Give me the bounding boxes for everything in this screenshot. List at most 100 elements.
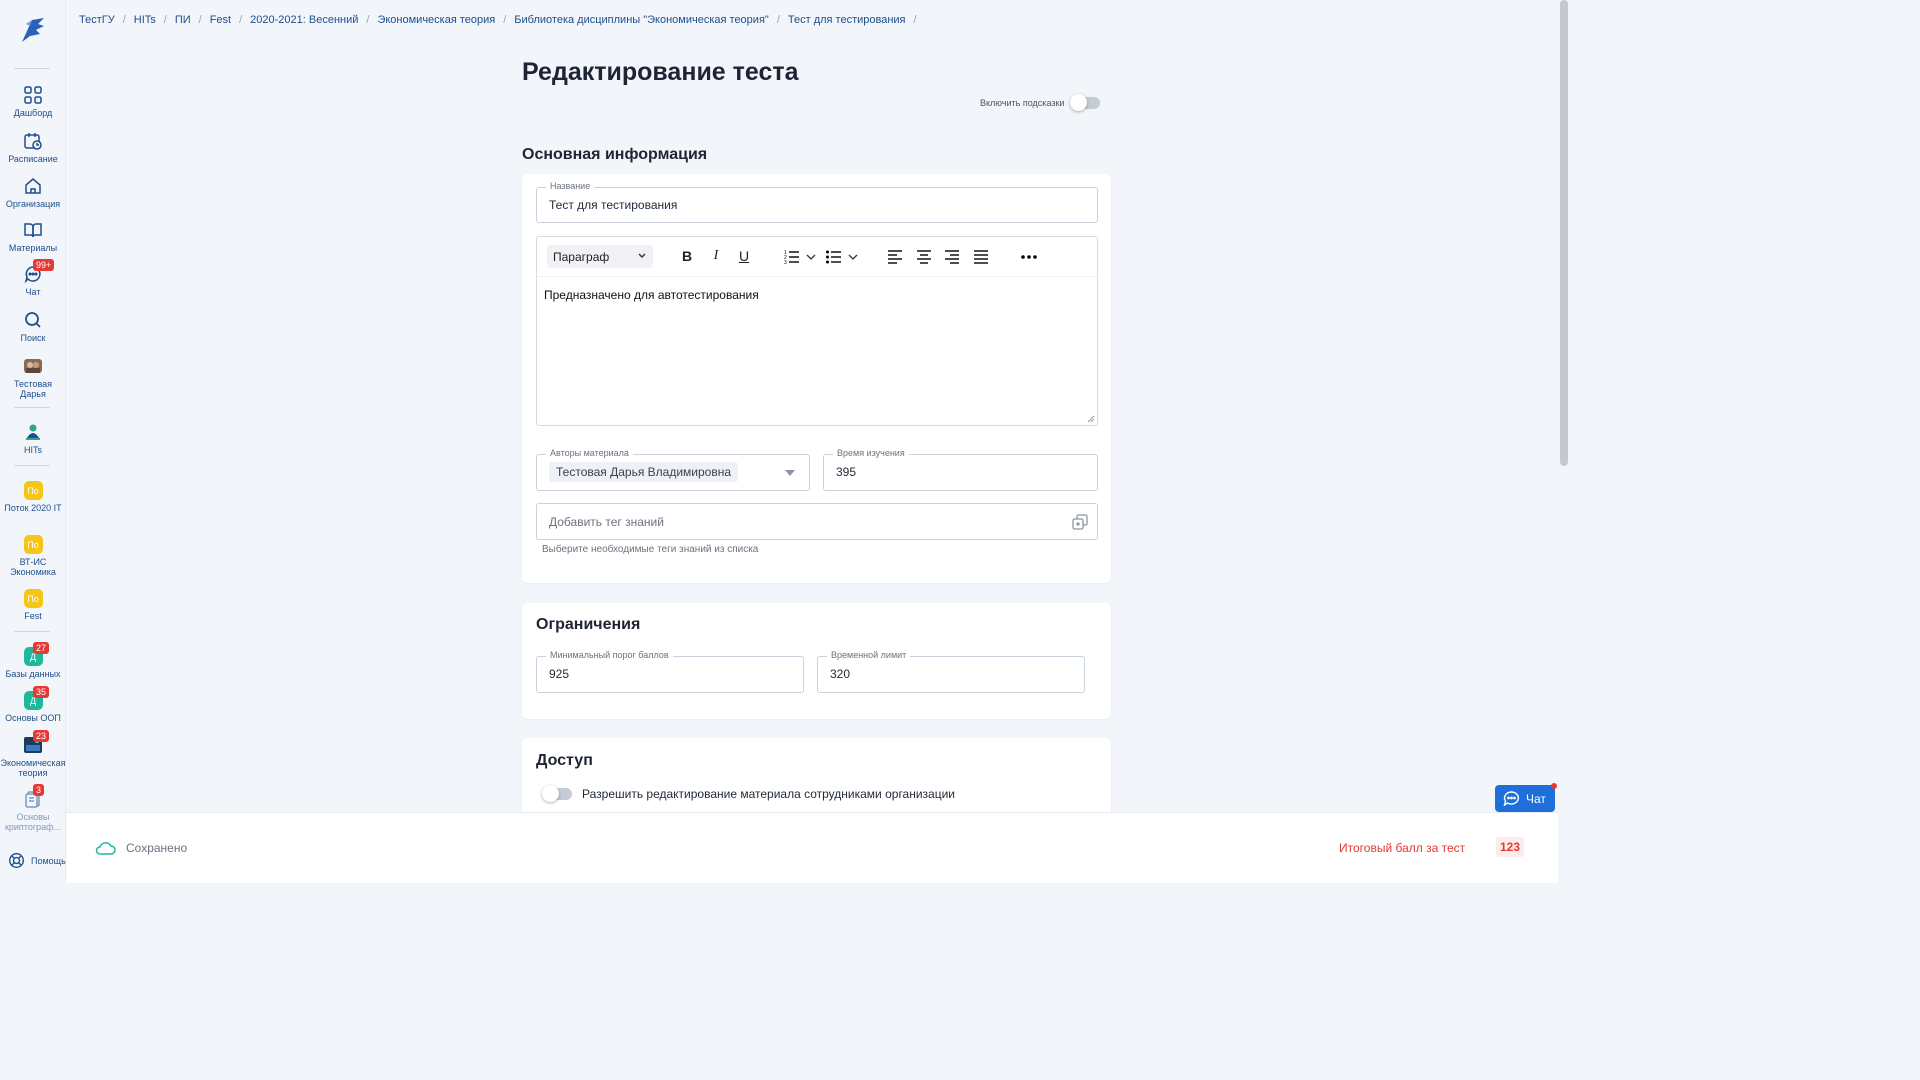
author-chip[interactable]: Тестовая Дарья Владимировна (549, 462, 739, 482)
breadcrumb-item[interactable]: ПИ (175, 14, 191, 26)
save-status-label: Сохранено (126, 841, 188, 855)
breadcrumb-item[interactable]: HITs (134, 14, 156, 26)
chat-unread-badge: 99+ (33, 259, 55, 271)
dropdown-arrow-icon[interactable] (785, 470, 795, 476)
hints-toggle[interactable] (1070, 94, 1101, 111)
chat-bubble-icon (1503, 791, 1520, 806)
sidebar-item-organization[interactable]: Организация (0, 176, 66, 209)
authors-field-label: Авторы материала (546, 448, 633, 458)
paragraph-select-value: Параграф (553, 250, 610, 264)
sidebar-item-label: Тестовая Дарья (13, 379, 53, 399)
avatar (24, 359, 42, 373)
book-icon (24, 223, 42, 238)
allow-edit-label: Разрешить редактирование материала сотру… (582, 787, 956, 801)
chat-widget-label: Чат (1526, 791, 1546, 806)
sidebar-item-hits[interactable]: HITs (0, 422, 66, 455)
economics-badge: 23 (33, 730, 50, 742)
sidebar-item-search[interactable]: Поиск (0, 310, 66, 343)
fest-icon: По (23, 589, 43, 608)
chevron-down-icon[interactable] (847, 248, 859, 266)
hints-label: Включить подсказки (980, 98, 1065, 108)
sidebar-item-label: Поток 2020 IT (4, 503, 62, 513)
sidebar-item-label: Чат (25, 287, 41, 297)
bullet-list-icon[interactable] (825, 248, 843, 266)
sidebar-item-materials[interactable]: Материалы (0, 220, 66, 253)
page-title: Редактирование теста (522, 58, 799, 86)
more-icon[interactable] (1020, 248, 1038, 266)
cloud-icon (95, 842, 116, 855)
allow-edit-toggle[interactable] (542, 785, 572, 802)
align-center-icon[interactable] (915, 248, 933, 266)
breadcrumb-item[interactable]: 2020-2021: Весенний (250, 14, 358, 26)
min-score-value: 925 (549, 667, 570, 681)
oop-badge: 35 (33, 686, 50, 698)
authors-field[interactable]: Авторы материала Тестовая Дарья Владимир… (536, 448, 810, 491)
main-info-heading: Основная информация (522, 146, 708, 163)
breadcrumb-item[interactable]: Тест для тестирования (788, 14, 906, 26)
svg-text:3: 3 (784, 260, 787, 266)
sidebar-item-economics[interactable]: Экономическая теория (0, 735, 66, 778)
home-icon (25, 178, 41, 194)
time-limit-field[interactable]: Временной лимит 320 (817, 650, 1085, 693)
breadcrumb-item[interactable]: Fest (210, 14, 231, 26)
databases-badge: 27 (33, 642, 50, 654)
sidebar-item-fest[interactable]: По Fest (0, 589, 66, 621)
scrollbar-thumb[interactable] (1560, 0, 1568, 466)
crypto-badge: 3 (33, 784, 45, 796)
study-time-field[interactable]: Время изучения 395 (823, 448, 1098, 491)
chat-widget-button[interactable]: Чат (1495, 785, 1555, 812)
sidebar-item-label: Расписание (8, 154, 58, 164)
bold-icon[interactable]: B (678, 248, 696, 266)
sidebar-item-dashboard[interactable]: Дашборд (0, 85, 66, 118)
time-limit-label: Временной лимит (827, 650, 911, 660)
align-justify-icon[interactable] (972, 248, 990, 266)
numbered-list-icon[interactable]: 123 (783, 248, 801, 266)
min-score-field[interactable]: Минимальный порог баллов 925 (536, 650, 804, 693)
breadcrumb-item[interactable]: Библиотека дисциплины "Экономическая тео… (514, 14, 769, 26)
underline-icon[interactable]: U (735, 248, 753, 266)
sidebar-item-label: Основы криптограф... (4, 812, 62, 832)
breadcrumb-item[interactable]: Экономическая теория (377, 14, 495, 26)
name-field[interactable]: Название Тест для тестирования (536, 181, 1098, 223)
sidebar-item-stream-2020[interactable]: По Поток 2020 IT (0, 481, 66, 513)
sidebar-item-label: Fest (24, 611, 42, 621)
align-right-icon[interactable] (943, 248, 961, 266)
sidebar-item-label: Основы ООП (5, 713, 61, 723)
hits-logo-icon (26, 424, 40, 440)
sidebar-item-label: Дашборд (13, 108, 53, 118)
copy-icon[interactable] (1071, 513, 1089, 531)
total-score-value: 123 (1496, 837, 1525, 857)
sidebar-item-schedule[interactable]: Расписание (0, 131, 66, 164)
limits-heading: Ограничения (536, 616, 641, 633)
help-label: Помощь (31, 855, 66, 866)
sidebar-item-label: Организация (5, 199, 61, 209)
name-field-label: Название (546, 181, 595, 191)
italic-icon[interactable]: I (707, 248, 725, 266)
editor-content[interactable]: Предназначено для автотестирования (544, 288, 759, 302)
breadcrumb-item[interactable]: ТестГУ (79, 14, 115, 26)
align-left-icon[interactable] (886, 248, 904, 266)
sidebar-item-profile[interactable]: Тестовая Дарья (0, 356, 66, 399)
sidebar-item-label: HITs (24, 445, 42, 455)
sidebar-item-crypto[interactable]: Основы криптограф... (0, 789, 66, 832)
help-button[interactable]: Помощь (8, 852, 66, 869)
sidebar-item-label: ВТ-ИС Экономика (10, 557, 56, 577)
knowledge-tags-field[interactable]: Добавить тег знаний (536, 503, 1098, 540)
time-limit-value: 320 (830, 667, 851, 681)
total-score-label: Итоговый балл за тест (1339, 841, 1466, 855)
sidebar-item-label: Поиск (20, 333, 46, 343)
sidebar-item-vt-is[interactable]: По ВТ-ИС Экономика (0, 535, 66, 577)
university-logo-icon[interactable] (18, 14, 48, 46)
sidebar: Дашборд Расписание Организация Материалы… (0, 0, 66, 883)
paragraph-select[interactable]: Параграф (547, 245, 653, 268)
name-field-value: Тест для тестирования (549, 198, 678, 212)
chevron-down-icon[interactable] (805, 248, 817, 266)
resize-handle-icon[interactable] (1087, 415, 1095, 423)
stream-2020-icon: По (23, 481, 43, 500)
study-time-value: 395 (836, 465, 857, 479)
search-icon (25, 312, 41, 328)
breadcrumb: ТестГУ / HITs / ПИ / Fest/ 2020-2021: Весен… (79, 14, 917, 26)
grid-icon (24, 86, 42, 104)
hints-toggle-row: Включить подсказки (980, 94, 1101, 111)
access-heading: Доступ (536, 752, 593, 769)
